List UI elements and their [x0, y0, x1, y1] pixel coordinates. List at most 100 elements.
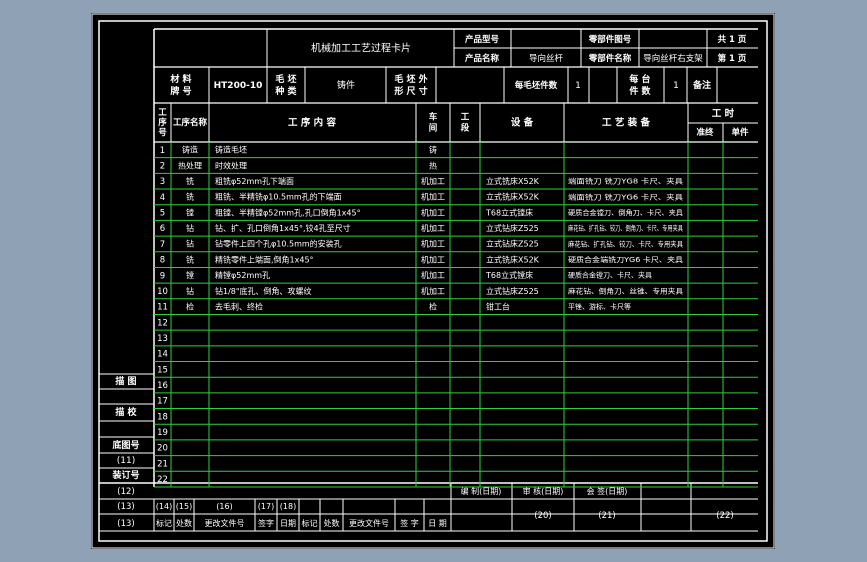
header-title: 机械加工工艺过程卡片 — [311, 42, 411, 55]
footer-code-17: (17) — [258, 502, 274, 511]
footer-label-3: 签字 — [258, 518, 274, 528]
row-op-name: 热处理 — [178, 160, 202, 170]
row-tooling: 平锉、游标、卡尺等 — [568, 302, 631, 311]
row-op-name: 镗 — [186, 270, 194, 280]
row-workshop: 机加工 — [421, 223, 445, 233]
side-label-binding: 装订号 — [111, 469, 139, 481]
row-tooling: 端面铣刀 铣刀YG6 卡尺、夹具 — [568, 192, 683, 201]
row-tooling: 麻花钻、扩孔钻、铰刀、卡尺、专用夹具 — [568, 239, 683, 248]
pieces-per-blank-value: 1 — [575, 81, 581, 91]
footer-code-18: (18) — [280, 502, 296, 511]
row-op-number: 20 — [157, 444, 168, 454]
row-op-number: 10 — [157, 287, 168, 297]
footer-code-22: (22) — [716, 511, 733, 521]
footer-code-12: (12) — [117, 487, 134, 497]
row-op-name: 铸造 — [182, 145, 198, 155]
row-op-number: 5 — [160, 209, 165, 219]
row-tooling: 硬质合金端铣刀YG6 卡尺、夹具 — [568, 255, 683, 264]
row-op-number: 12 — [157, 318, 168, 328]
footer-label-5: 标记 — [302, 518, 318, 528]
row-op-number: 3 — [160, 177, 165, 187]
row-op-content: 时效处理 — [215, 160, 247, 170]
row-op-number: 8 — [160, 256, 165, 266]
row-workshop: 铸 — [429, 145, 437, 155]
row-equipment: T68立式镗床 — [485, 270, 533, 280]
row-op-name: 钻 — [186, 286, 194, 296]
blank-dims-label: 毛 坯 外形 尺 寸 — [394, 73, 427, 97]
row-op-number: 6 — [160, 224, 165, 234]
row-op-number: 4 — [160, 193, 165, 203]
row-equipment: 立式铣床X52K — [486, 192, 540, 202]
process-card-drawing: 描 图描 校底图号 (11) 装订号 机械加工工艺过程卡片 产品型号产品名称 导向丝杆 零部… — [91, 13, 775, 549]
side-label-proof: 描 校 — [115, 406, 137, 418]
side-label-base-drawing: 底图号 — [112, 439, 139, 451]
row-equipment: 立式钻床Z525 — [486, 239, 539, 249]
row-equipment: 钳工台 — [486, 301, 510, 311]
footer-label-1: 处数 — [176, 518, 192, 528]
row-op-number: 11 — [157, 303, 168, 313]
page-number: 第 1 页 — [718, 53, 747, 64]
footer-code-13a: (13) — [117, 502, 134, 512]
row-op-name: 铣 — [186, 176, 194, 186]
row-op-number: 17 — [157, 397, 168, 407]
row-op-content: 铸造毛坯 — [215, 145, 247, 155]
row-workshop: 机加工 — [421, 286, 445, 296]
row-op-name: 铣 — [186, 192, 194, 202]
row-tooling: 麻花钻、倒角刀、丝锥、专用夹具 — [568, 286, 683, 295]
footer-label-6: 处数 — [324, 518, 340, 528]
row-workshop: 机加工 — [421, 254, 445, 264]
row-tooling: 麻花钻、扩孔钻、铰刀、倒角刀、卡尺、专用夹具 — [568, 224, 683, 233]
material-no-value: HT200-10 — [214, 81, 263, 91]
row-op-content: 粗铣φ52mm孔下端面 — [215, 176, 294, 186]
row-op-name: 镗 — [186, 207, 194, 217]
footer-label-7: 更改文件号 — [349, 518, 389, 528]
footer-code-15: (15) — [176, 502, 192, 511]
row-op-name: 铣 — [186, 254, 194, 264]
row-equipment: 立式钻床Z525 — [486, 286, 539, 296]
part-name-label: 零部件名称 — [588, 53, 632, 64]
col-workshop: 车间 — [429, 111, 438, 133]
row-tooling: 端面铣刀 铣刀YG8 卡尺、夹具 — [568, 177, 683, 186]
row-tooling: 硬质合金镗刀、倒角刀、卡尺、夹具 — [568, 208, 683, 217]
row-op-content: 去毛刺、终检 — [215, 301, 263, 311]
footer-compile: 编 制(日期) — [461, 486, 502, 496]
row-op-content: 钻、扩、孔口倒角1x45°,铰4孔至尺寸 — [215, 223, 351, 233]
col-hours: 工 时 — [712, 107, 735, 119]
col-prep: 准终 — [696, 127, 714, 138]
footer-label-8: 签 字 — [400, 518, 419, 528]
col-op-no: 工序号 — [157, 108, 167, 138]
row-workshop: 机加工 — [421, 192, 445, 202]
row-op-number: 16 — [157, 381, 168, 391]
side-label-trace: 描 图 — [115, 375, 136, 387]
footer-review: 审 核(日期) — [523, 486, 564, 496]
row-op-number: 13 — [157, 334, 168, 344]
row-op-number: 21 — [157, 459, 168, 469]
footer-label-0: 标记 — [156, 518, 172, 528]
row-op-number: 22 — [157, 475, 168, 485]
row-equipment: 立式钻床Z525 — [486, 223, 539, 233]
row-op-content: 精铣零件上端面,倒角1x45° — [215, 254, 314, 264]
footer-code-13b: (13) — [117, 519, 134, 529]
pieces-per-blank-label: 每毛坯件数 — [515, 80, 558, 91]
footer-label-4: 日期 — [280, 519, 296, 528]
row-op-name: 钻 — [186, 239, 194, 249]
row-op-number: 14 — [157, 350, 168, 360]
row-op-content: 钻零件上四个孔φ10.5mm的安装孔 — [215, 239, 342, 249]
row-workshop: 机加工 — [421, 176, 445, 186]
col-section: 工段 — [461, 112, 470, 133]
col-equipment: 设 备 — [511, 116, 534, 128]
total-pages: 共 1 页 — [718, 34, 747, 45]
blank-type-value: 铸件 — [337, 79, 355, 91]
row-op-number: 7 — [160, 240, 165, 250]
col-op-content: 工 序 内 容 — [288, 116, 336, 128]
row-op-number: 1 — [160, 146, 165, 156]
product-name-label: 产品名称 — [465, 53, 500, 64]
col-tooling: 工 艺 装 备 — [602, 116, 650, 128]
remark-label: 备注 — [692, 79, 711, 91]
row-op-number: 2 — [160, 161, 165, 171]
footer-code-14: (14) — [156, 502, 172, 511]
row-op-number: 19 — [157, 428, 168, 438]
row-op-name: 钻 — [186, 223, 194, 233]
row-equipment: T68立式镗床 — [485, 207, 533, 217]
row-workshop: 机加工 — [421, 207, 445, 217]
